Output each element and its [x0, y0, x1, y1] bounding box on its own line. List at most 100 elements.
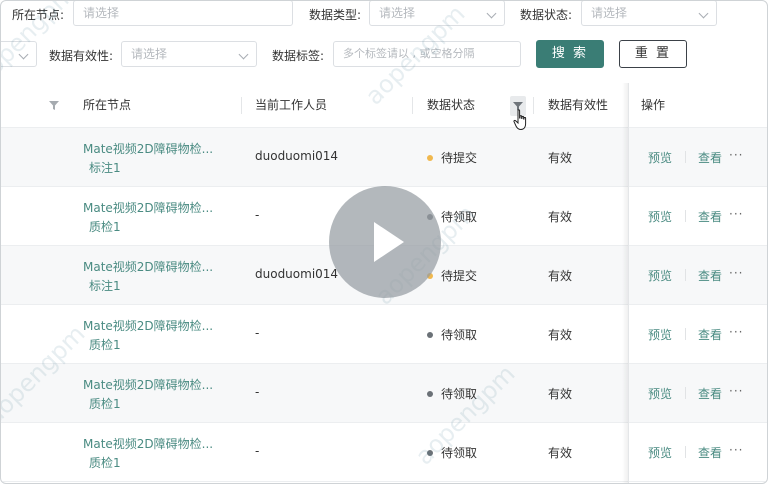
current-worker: duoduomi014 [255, 267, 339, 281]
validity-text: 有效 [548, 151, 573, 165]
view-link[interactable]: 查看 [698, 444, 722, 461]
validity-text: 有效 [548, 387, 573, 401]
filter-status-select[interactable]: 请选择 [581, 1, 717, 26]
status-dot [427, 155, 433, 161]
action-divider [685, 151, 686, 163]
filter-type-select[interactable]: 请选择 [369, 1, 505, 26]
chevron-down-icon [698, 8, 709, 19]
filter-tag-label: 数据标签: [272, 49, 325, 63]
action-divider [685, 269, 686, 281]
column-divider [412, 97, 413, 114]
search-button[interactable]: 搜 索 [536, 40, 604, 68]
node-stage: 质检1 [89, 220, 121, 234]
reset-button[interactable]: 重 置 [619, 40, 687, 68]
filter-validity-label: 数据有效性: [49, 49, 114, 63]
node-name-link[interactable]: Mate视频2D障碍物检... [83, 376, 213, 393]
status-badge: 待领取 [427, 385, 477, 402]
preview-link[interactable]: 预览 [648, 267, 672, 284]
node-stage: 质检1 [89, 397, 121, 411]
node-name-link[interactable]: Mate视频2D障碍物检... [83, 140, 213, 157]
status-text: 待领取 [441, 210, 478, 224]
preview-link[interactable]: 预览 [648, 208, 672, 225]
more-actions-icon[interactable]: ··· [729, 148, 743, 162]
action-divider [685, 387, 686, 399]
filter-node-select[interactable]: 请选择 [73, 1, 293, 26]
node-name-link[interactable]: Mate视频2D障碍物检... [83, 199, 213, 216]
validity-text: 有效 [548, 269, 573, 283]
current-worker: - [255, 385, 260, 399]
filter-validity-select[interactable]: 请选择 [121, 41, 257, 67]
fixed-column-divider [628, 83, 629, 483]
validity-text: 有效 [548, 446, 573, 460]
status-dot [427, 332, 433, 338]
view-link[interactable]: 查看 [698, 326, 722, 343]
view-link[interactable]: 查看 [698, 208, 722, 225]
current-worker: - [255, 208, 260, 222]
preview-link[interactable]: 预览 [648, 385, 672, 402]
chevron-down-icon [18, 49, 29, 60]
node-stage: 标注1 [89, 279, 121, 293]
status-text: 待领取 [441, 387, 478, 401]
table-row: Mate视频2D障碍物检... 质检1 - 待领取 有效 预览 查看 ··· [1, 305, 767, 364]
filter-node-label: 所在节点: [12, 8, 65, 22]
status-badge: 待领取 [427, 326, 477, 343]
column-header-node: 所在节点 [83, 98, 132, 112]
filter-node-placeholder: 请选择 [83, 6, 120, 20]
hand-cursor-icon [513, 109, 527, 131]
status-badge: 待提交 [427, 149, 477, 166]
table-row: Mate视频2D障碍物检... 质检1 - 待领取 有效 预览 查看 ··· [1, 364, 767, 423]
video-play-button[interactable] [329, 186, 441, 298]
status-text: 待领取 [441, 328, 478, 342]
column-divider [241, 97, 242, 114]
preview-link[interactable]: 预览 [648, 149, 672, 166]
filter-type-placeholder: 请选择 [379, 6, 416, 20]
node-name-link[interactable]: Mate视频2D障碍物检... [83, 435, 213, 452]
node-stage: 质检1 [89, 456, 121, 470]
filter-status-placeholder: 请选择 [591, 6, 628, 20]
status-dot [427, 391, 433, 397]
status-dot [427, 450, 433, 456]
node-stage: 标注1 [89, 161, 121, 175]
status-badge: 待提交 [427, 267, 477, 284]
play-icon [374, 222, 404, 262]
validity-text: 有效 [548, 328, 573, 342]
column-header-person: 当前工作人员 [255, 98, 328, 112]
table-header: 所在节点 当前工作人员 数据状态 数据有效性 操作 [1, 83, 767, 128]
column-divider [533, 97, 534, 114]
table-row: Mate视频2D障碍物检... 质检1 - 待领取 有效 预览 查看 ··· [1, 423, 767, 482]
column-header-validity: 数据有效性 [548, 98, 609, 112]
node-name-link[interactable]: Mate视频2D障碍物检... [83, 317, 213, 334]
more-actions-icon[interactable]: ··· [729, 207, 743, 221]
filter-partial-select[interactable] [1, 41, 37, 67]
filter-funnel-icon[interactable] [49, 101, 59, 110]
node-name-link[interactable]: Mate视频2D障碍物检... [83, 258, 213, 275]
column-header-actions: 操作 [641, 98, 666, 112]
node-stage: 质检1 [89, 338, 121, 352]
validity-text: 有效 [548, 210, 573, 224]
table-row: Mate视频2D障碍物检... 标注1 duoduomi014 待提交 有效 预… [1, 128, 767, 187]
view-link[interactable]: 查看 [698, 267, 722, 284]
filter-status-label: 数据状态: [520, 8, 573, 22]
action-divider [685, 446, 686, 458]
view-link[interactable]: 查看 [698, 385, 722, 402]
chevron-down-icon [238, 49, 249, 60]
more-actions-icon[interactable]: ··· [729, 443, 743, 457]
screen-frame: 所在节点: 请选择 数据类型: 请选择 数据状态: 请选择 数据有效性: 请选择… [0, 0, 768, 484]
current-worker: duoduomi014 [255, 149, 339, 163]
current-worker: - [255, 326, 260, 340]
action-divider [685, 210, 686, 222]
preview-link[interactable]: 预览 [648, 444, 672, 461]
action-divider [685, 328, 686, 340]
status-text: 待提交 [441, 151, 478, 165]
status-badge: 待领取 [427, 444, 477, 461]
status-text: 待提交 [441, 269, 478, 283]
filter-tag-input[interactable]: 多个标签请以 , 或空格分隔 [333, 41, 521, 67]
view-link[interactable]: 查看 [698, 149, 722, 166]
more-actions-icon[interactable]: ··· [729, 325, 743, 339]
more-actions-icon[interactable]: ··· [729, 266, 743, 280]
filter-validity-placeholder: 请选择 [131, 47, 168, 61]
preview-link[interactable]: 预览 [648, 326, 672, 343]
more-actions-icon[interactable]: ··· [729, 384, 743, 398]
filter-tag-placeholder: 多个标签请以 , 或空格分隔 [343, 47, 475, 60]
column-header-status: 数据状态 [427, 98, 476, 112]
